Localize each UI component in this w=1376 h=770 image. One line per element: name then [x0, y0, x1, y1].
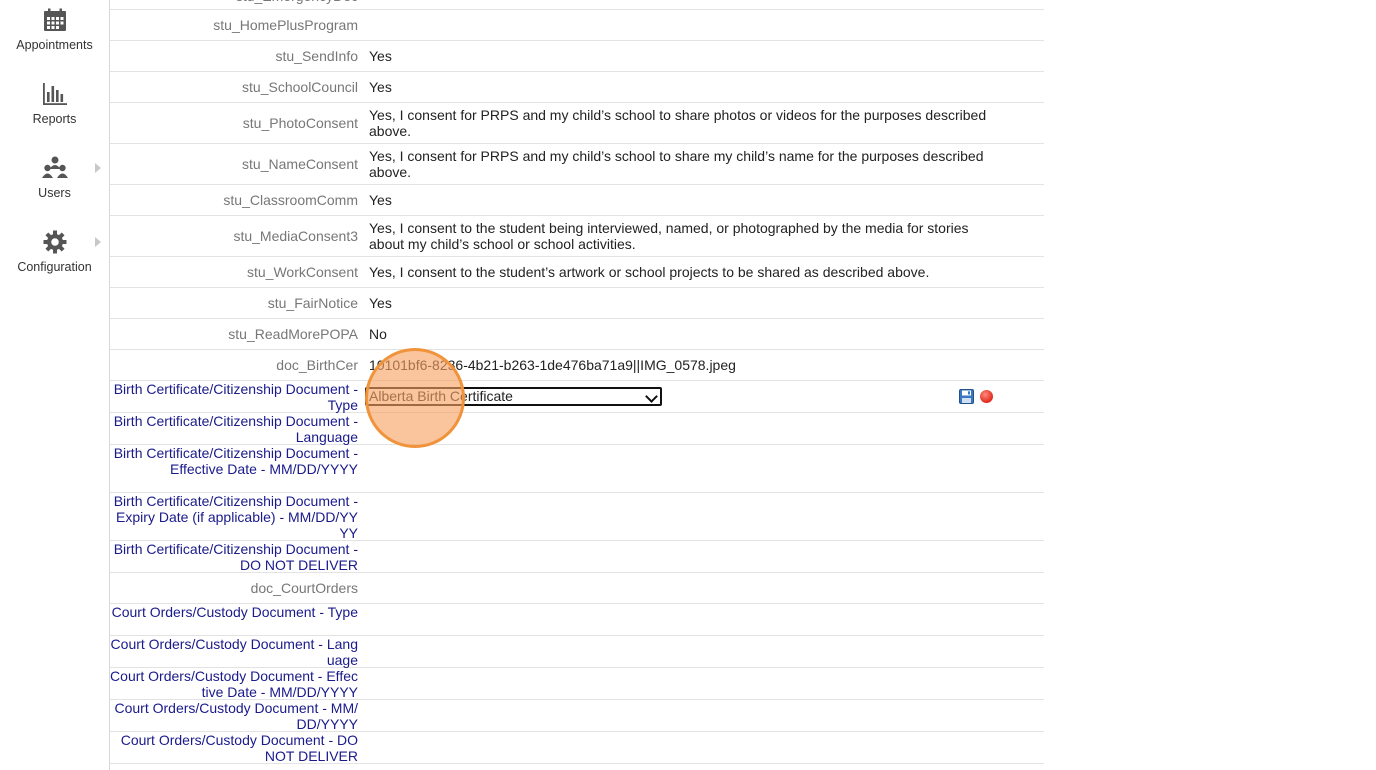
field-label: stu_FairNotice [267, 295, 358, 311]
select-value: Alberta Birth Certificate [369, 388, 513, 404]
field-label: stu_PhotoConsent [242, 115, 358, 131]
field-value: Yes [369, 48, 392, 64]
field-label: Court Orders/Custody Document - DO NOT D… [120, 732, 358, 764]
table-row: stu_HomePlusProgram [110, 9, 1044, 41]
table-row: stu_SchoolCouncil Yes [110, 71, 1044, 103]
bar-chart-icon [42, 83, 67, 105]
table-row: stu_MediaConsent3 Yes, I consent to the … [110, 215, 1044, 257]
table-row: stu_SendInfo Yes [110, 40, 1044, 72]
field-value: Yes [369, 192, 392, 208]
field-label: stu_EmergencyDoc [110, 0, 358, 4]
field-label: stu_WorkConsent [246, 264, 358, 280]
field-label: Court Orders/Custody Document - Effectiv… [110, 668, 358, 700]
table-row: Birth Certificate/Citizenship Document -… [110, 540, 1044, 573]
field-value: No [369, 326, 387, 342]
table-row: stu_FairNotice Yes [110, 287, 1044, 319]
document-type-select[interactable]: Alberta Birth Certificate [365, 387, 662, 406]
field-label: doc_CourtOrders [250, 580, 358, 596]
table-row: Court Orders/Custody Document - Language [110, 635, 1044, 668]
table-row: doc_BirthCer 10101bf6-8236-4b21-b263-1de… [110, 349, 1044, 381]
nav-label: Configuration [17, 260, 92, 274]
chevron-right-icon[interactable] [95, 237, 101, 247]
table-row: doc_CourtOrders [110, 572, 1044, 604]
table-row: Birth Certificate/Citizenship Document -… [110, 444, 1044, 493]
field-label: Birth Certificate/Citizenship Document -… [113, 493, 358, 541]
field-label: Court Orders/Custody Document - Type [111, 604, 358, 620]
save-icon[interactable] [959, 389, 974, 404]
field-label: stu_SchoolCouncil [242, 79, 358, 95]
field-label: stu_ReadMorePOPA [228, 326, 358, 342]
nav-label: Appointments [16, 38, 93, 52]
field-label: stu_ClassroomComm [223, 192, 358, 208]
field-value: Yes, I consent to the student being inte… [369, 220, 969, 252]
nav-label: Users [38, 186, 71, 200]
nav-appointments[interactable]: Appointments [0, 8, 109, 52]
field-value: Yes, I consent to the student’s artwork … [369, 264, 930, 280]
table-row: Court Orders/Custody Document - Type [110, 603, 1044, 636]
field-label: doc_BirthCer [276, 357, 358, 373]
table-row: stu_ReadMorePOPA No [110, 318, 1044, 350]
field-value: Yes [369, 79, 392, 95]
nav-reports[interactable]: Reports [0, 82, 109, 126]
field-value: 10101bf6-8236-4b21-b263-1de476ba71a9||IM… [369, 357, 736, 373]
table-row: stu_PhotoConsent Yes, I consent for PRPS… [110, 102, 1044, 144]
table-row: Court Orders/Custody Document - Effectiv… [110, 667, 1044, 700]
field-label: Birth Certificate/Citizenship Document -… [113, 381, 358, 413]
table-row: stu_WorkConsent Yes, I consent to the st… [110, 256, 1044, 288]
field-label: stu_NameConsent [242, 156, 358, 172]
table-row: Birth Certificate/Citizenship Document -… [110, 412, 1044, 445]
nav-configuration[interactable]: Configuration [0, 230, 109, 274]
chevron-right-icon[interactable] [95, 163, 101, 173]
gear-icon [43, 230, 66, 254]
field-label: Court Orders/Custody Document - Language [110, 636, 358, 668]
nav-users[interactable]: Users [0, 156, 109, 200]
field-value: Yes, I consent for PRPS and my child’s s… [369, 107, 987, 139]
cancel-icon[interactable] [980, 390, 993, 403]
table-row: Birth Certificate/Citizenship Document -… [110, 380, 1044, 413]
field-label: Court Orders/Custody Document - MM/DD/YY… [114, 700, 358, 732]
table-row: Court Orders/Custody Document - DO NOT D… [110, 731, 1044, 764]
table-row: Birth Certificate/Citizenship Document -… [110, 492, 1044, 541]
table-row: Court Orders/Custody Document - MM/DD/YY… [110, 699, 1044, 732]
table-row: stu_ClassroomComm Yes [110, 184, 1044, 216]
table-row: stu_NameConsent Yes, I consent for PRPS … [110, 143, 1044, 185]
field-label: Birth Certificate/Citizenship Document -… [113, 445, 358, 477]
calendar-icon [43, 8, 66, 31]
sidebar: Appointments Reports Users Configuration [0, 0, 110, 770]
field-label: Birth Certificate/Citizenship Document -… [113, 541, 358, 573]
nav-label: Reports [32, 112, 77, 126]
field-label: stu_HomePlusProgram [213, 17, 358, 33]
field-value: Yes [369, 295, 392, 311]
users-icon [41, 156, 68, 178]
chevron-down-icon [645, 390, 658, 403]
field-label: stu_MediaConsent3 [233, 228, 358, 244]
field-label: Birth Certificate/Citizenship Document -… [113, 413, 358, 445]
field-label: stu_SendInfo [275, 48, 358, 64]
field-value: Yes, I consent for PRPS and my child’s s… [369, 148, 984, 180]
